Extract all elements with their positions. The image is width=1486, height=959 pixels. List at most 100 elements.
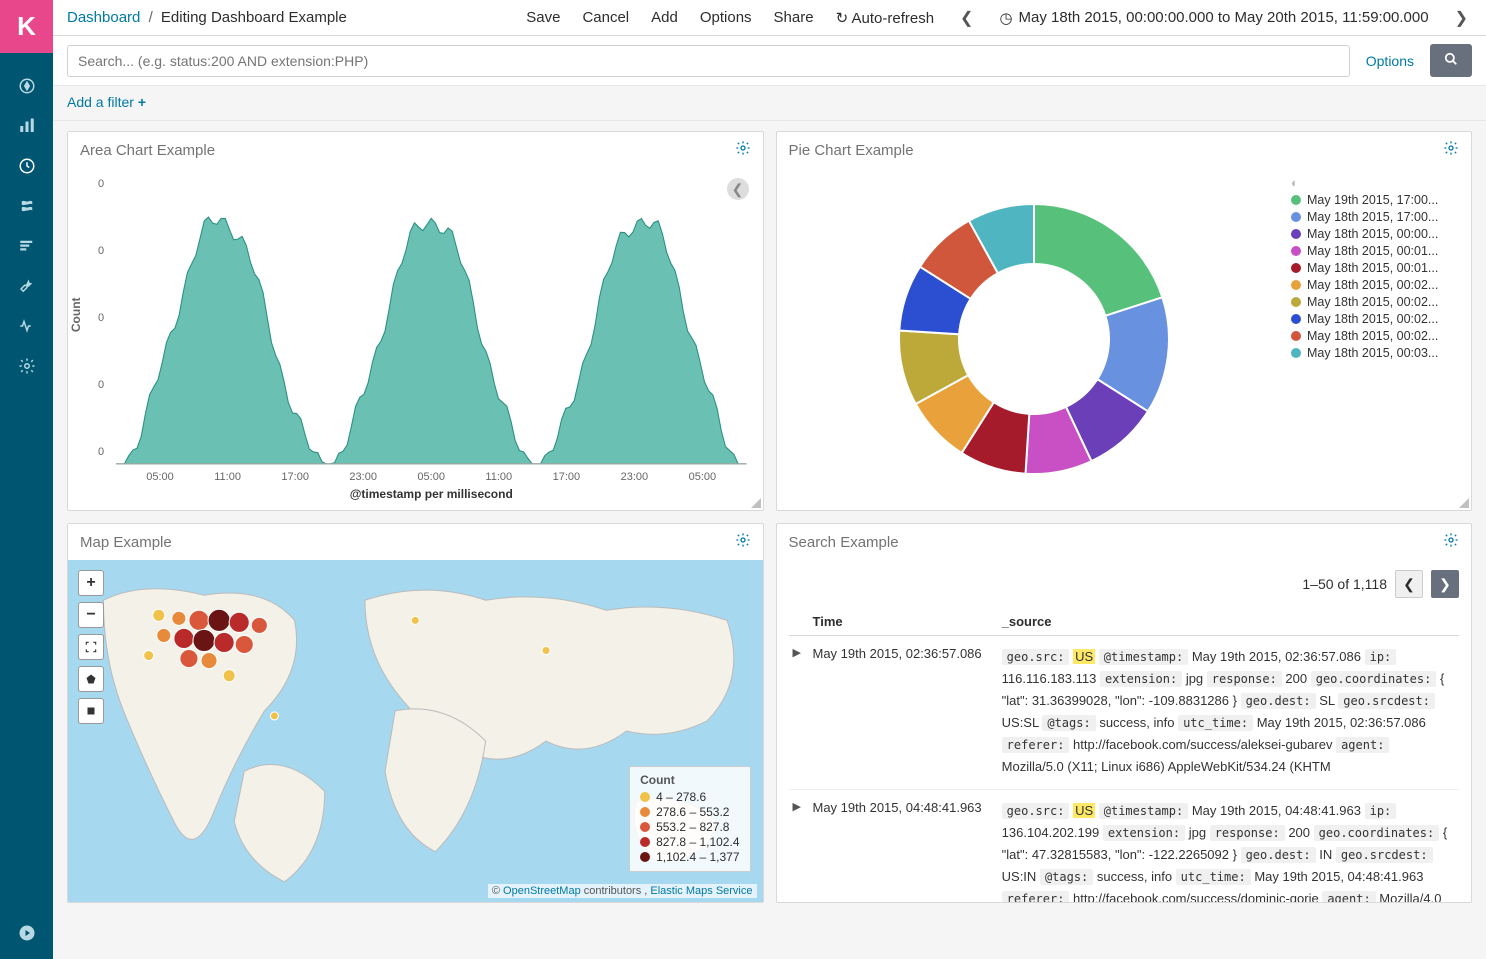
panel-gear-icon[interactable]	[735, 532, 751, 552]
add-filter-button[interactable]: Add a filter +	[67, 94, 146, 110]
ml-nav-icon[interactable]	[11, 235, 43, 257]
map-legend-row: 1,102.4 – 1,377	[640, 850, 739, 864]
filterbar: Add a filter +	[53, 86, 1486, 121]
legend-swatch	[1291, 314, 1301, 324]
panel-gear-icon[interactable]	[1443, 532, 1459, 552]
map-polygon-button[interactable]	[78, 666, 104, 692]
legend-label: May 18th 2015, 00:02...	[1307, 295, 1438, 309]
map-zoom-in-button[interactable]: +	[78, 570, 104, 596]
expand-row-icon[interactable]: ▶	[789, 636, 809, 790]
legend-label: May 18th 2015, 00:00...	[1307, 227, 1438, 241]
map-legend-row: 278.6 – 553.2	[640, 805, 739, 819]
pie-legend-item[interactable]: May 18th 2015, 00:01...	[1291, 244, 1461, 258]
legend-label: May 18th 2015, 00:01...	[1307, 244, 1438, 258]
pie-chart-title: Pie Chart Example	[789, 142, 914, 159]
discover-nav-icon[interactable]	[11, 75, 43, 97]
map-panel: Map Example	[67, 523, 764, 903]
area-ylabel: Count	[69, 297, 83, 332]
col-source[interactable]: _source	[998, 608, 1459, 636]
area-y-ticks: 00000	[98, 178, 104, 458]
breadcrumb: Dashboard / Editing Dashboard Example	[67, 9, 347, 26]
timerange-display[interactable]: ◷ May 18th 2015, 00:00:00.000 to May 20t…	[999, 9, 1428, 27]
breadcrumb-sep: /	[149, 9, 153, 26]
resize-handle[interactable]	[751, 498, 761, 508]
table-row: ▶May 19th 2015, 04:48:41.963geo.src: US …	[789, 789, 1460, 902]
legend-label: May 18th 2015, 00:01...	[1307, 261, 1438, 275]
devtools-nav-icon[interactable]	[11, 275, 43, 297]
options-button[interactable]: Options	[700, 9, 752, 26]
time-prev-icon[interactable]: ❮	[956, 8, 977, 28]
area-chart-panel: Area Chart Example ❮ Count 00000	[67, 131, 764, 511]
pie-legend-item[interactable]: May 18th 2015, 17:00...	[1291, 210, 1461, 224]
expand-row-icon[interactable]: ▶	[789, 789, 809, 902]
pie-legend-item[interactable]: May 18th 2015, 00:03...	[1291, 346, 1461, 360]
search-submit-button[interactable]	[1430, 44, 1472, 77]
search-table: Time _source ▶May 19th 2015, 02:36:57.08…	[789, 608, 1460, 902]
pie-legend-item[interactable]: May 18th 2015, 00:02...	[1291, 278, 1461, 292]
resize-handle[interactable]	[1459, 498, 1469, 508]
map-zoom-out-button[interactable]: −	[78, 602, 104, 628]
panel-gear-icon[interactable]	[1443, 140, 1459, 160]
row-source: geo.src: US @timestamp: May 19th 2015, 0…	[998, 636, 1459, 790]
add-button[interactable]: Add	[651, 9, 678, 26]
map-fit-button[interactable]	[78, 634, 104, 660]
visualize-nav-icon[interactable]	[11, 115, 43, 137]
area-chart-svg	[116, 176, 747, 466]
kibana-logo[interactable]: K	[0, 0, 53, 53]
area-x-ticks: 05:0011:0017:0023:0005:0011:0017:0023:00…	[116, 471, 747, 483]
pie-legend-item[interactable]: May 19th 2015, 17:00...	[1291, 193, 1461, 207]
save-button[interactable]: Save	[526, 9, 560, 26]
map-canvas[interactable]: + − Count 4 – 278.6278.6 – 553.2553.2 – …	[68, 560, 763, 902]
legend-swatch	[1291, 348, 1301, 358]
search-input[interactable]	[67, 45, 1350, 77]
clock-icon: ◷	[999, 9, 1012, 27]
pie-legend-item[interactable]: May 18th 2015, 00:02...	[1291, 329, 1461, 343]
refresh-icon: ↻	[836, 10, 849, 27]
topbar: Dashboard / Editing Dashboard Example Sa…	[53, 0, 1486, 36]
chart-back-icon[interactable]: ❮	[727, 178, 749, 200]
collapse-nav-icon[interactable]	[11, 922, 43, 944]
pie-legend-item[interactable]: May 18th 2015, 00:00...	[1291, 227, 1461, 241]
pager-next-button[interactable]: ❯	[1431, 570, 1459, 598]
pie-legend: ◐ May 19th 2015, 17:00... May 18th 2015, …	[1291, 168, 1471, 510]
app-sidebar: K	[0, 0, 53, 959]
legend-swatch	[1291, 212, 1301, 222]
row-source: geo.src: US @timestamp: May 19th 2015, 0…	[998, 789, 1459, 902]
pie-legend-item[interactable]: May 18th 2015, 00:02...	[1291, 295, 1461, 309]
map-legend-row: 827.8 – 1,102.4	[640, 835, 739, 849]
timelion-nav-icon[interactable]	[11, 195, 43, 217]
breadcrumb-current: Editing Dashboard Example	[161, 9, 347, 26]
map-rect-button[interactable]	[78, 698, 104, 724]
autorefresh-button[interactable]: ↻ Auto-refresh	[836, 9, 934, 27]
pager-prev-button[interactable]: ❮	[1395, 570, 1423, 598]
pie-chart-svg	[884, 189, 1184, 489]
management-nav-icon[interactable]	[11, 355, 43, 377]
legend-label: May 18th 2015, 00:02...	[1307, 278, 1438, 292]
col-time[interactable]: Time	[809, 608, 998, 636]
time-next-icon[interactable]: ❯	[1451, 8, 1472, 28]
pie-legend-item[interactable]: May 18th 2015, 00:02...	[1291, 312, 1461, 326]
legend-toggle-icon[interactable]: ◐	[1291, 176, 1299, 190]
row-time: May 19th 2015, 02:36:57.086	[809, 636, 998, 790]
cancel-button[interactable]: Cancel	[582, 9, 629, 26]
legend-swatch	[1291, 297, 1301, 307]
breadcrumb-root[interactable]: Dashboard	[67, 9, 140, 26]
searchbar: Options	[53, 36, 1486, 86]
monitoring-nav-icon[interactable]	[11, 315, 43, 337]
share-button[interactable]: Share	[774, 9, 814, 26]
osm-link[interactable]: OpenStreetMap	[503, 885, 581, 897]
map-legend-row: 4 – 278.6	[640, 790, 739, 804]
pie-chart-panel: Pie Chart Example ◐ May 19th 2015, 17:00…	[776, 131, 1473, 511]
panel-gear-icon[interactable]	[735, 140, 751, 160]
map-title: Map Example	[80, 534, 172, 551]
legend-swatch	[1291, 280, 1301, 290]
ems-link[interactable]: Elastic Maps Service	[650, 885, 752, 897]
legend-swatch	[1291, 263, 1301, 273]
legend-label: May 18th 2015, 00:03...	[1307, 346, 1438, 360]
pie-legend-item[interactable]: May 18th 2015, 00:01...	[1291, 261, 1461, 275]
search-options-link[interactable]: Options	[1358, 53, 1422, 69]
map-attribution: © OpenStreetMap contributors , Elastic M…	[488, 884, 757, 898]
row-time: May 19th 2015, 04:48:41.963	[809, 789, 998, 902]
dashboard-nav-icon[interactable]	[11, 155, 43, 177]
table-row: ▶May 19th 2015, 02:36:57.086geo.src: US …	[789, 636, 1460, 790]
